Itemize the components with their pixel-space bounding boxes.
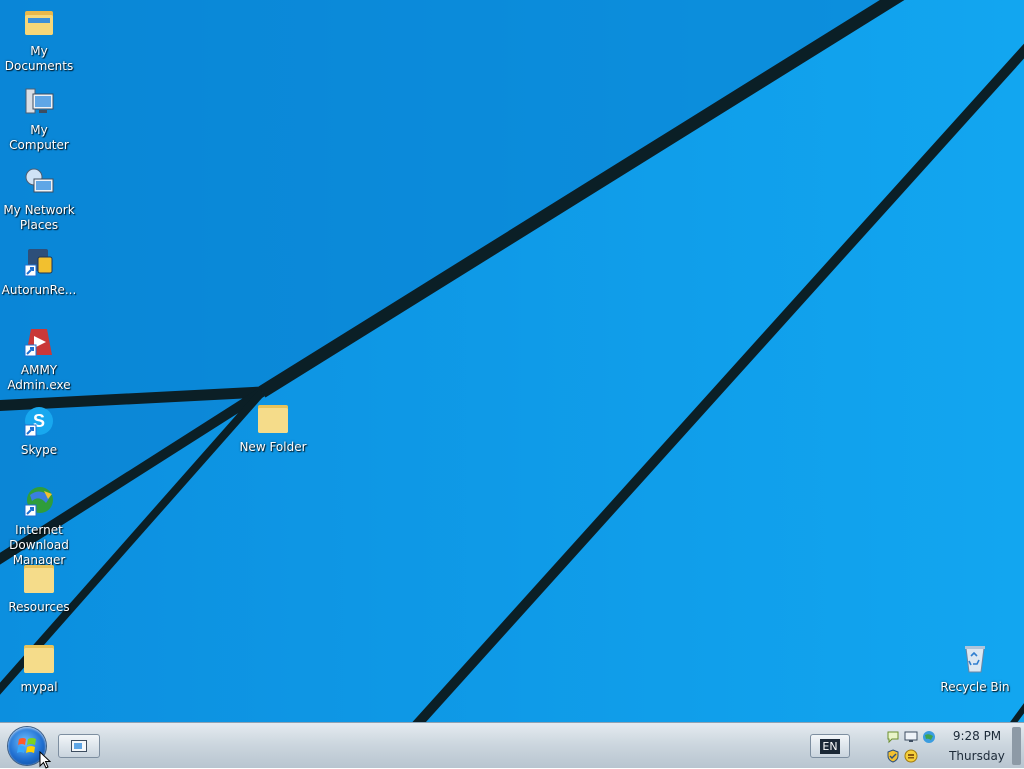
shield-icon[interactable] — [886, 749, 900, 763]
skype-icon: S — [22, 405, 56, 439]
language-indicator[interactable]: EN — [810, 734, 850, 758]
desktop-icon-new-folder[interactable]: New Folder — [234, 402, 312, 455]
folder-icon — [22, 562, 56, 596]
desktop-icon-my-documents[interactable]: My Documents — [0, 6, 78, 74]
clock-time: 9:28 PM — [952, 729, 1002, 743]
recycle-bin-icon — [958, 642, 992, 676]
computer-icon — [22, 85, 56, 119]
ammy-admin-icon — [22, 325, 56, 359]
autorun-shortcut-icon — [22, 245, 56, 279]
desktop-icon-label: Recycle Bin — [940, 680, 1010, 694]
desktop-icon-my-network-places[interactable]: My Network Places — [0, 165, 78, 233]
desktop-icon-ammy-admin[interactable]: AMMY Admin.exe — [0, 325, 78, 393]
desktop-icon-label: AMMY Admin.exe — [7, 363, 71, 392]
folder-icon — [256, 402, 290, 436]
system-tray — [884, 726, 944, 766]
speech-bubble-icon[interactable] — [886, 730, 900, 744]
desktop-icon-my-computer[interactable]: My Computer — [0, 85, 78, 153]
desktop-icon-skype[interactable]: S Skype — [0, 405, 78, 458]
show-desktop-edge[interactable] — [1012, 727, 1021, 765]
folder-documents-icon — [22, 6, 56, 40]
desktop-icon-label: My Computer — [9, 123, 69, 152]
wallpaper — [0, 0, 1024, 722]
desktop-icon-label: New Folder — [239, 440, 307, 454]
desktop-icon-mypal[interactable]: mypal — [0, 642, 78, 695]
idm-icon — [22, 485, 56, 519]
show-desktop-button[interactable] — [58, 734, 100, 758]
desktop-icon-label: Skype — [20, 443, 58, 457]
desktop-icon-label: My Network Places — [3, 203, 75, 232]
desktop-icon-resources[interactable]: Resources — [0, 562, 78, 615]
desktop[interactable]: My Documents My Computer My Network Plac… — [0, 0, 1024, 722]
show-desktop-icon — [71, 740, 87, 752]
network-icon — [22, 165, 56, 199]
desktop-icon-label: AutorunRe... — [1, 283, 77, 297]
clock[interactable]: 9:28 PM Thursday — [946, 726, 1008, 766]
globe-network-icon[interactable] — [922, 730, 936, 744]
folder-icon — [22, 642, 56, 676]
desktop-icon-label: My Documents — [4, 44, 74, 73]
taskbar: EN 9:28 PM Thursday — [0, 722, 1024, 768]
desktop-icon-recycle-bin[interactable]: Recycle Bin — [936, 642, 1014, 695]
smiley-icon[interactable] — [904, 749, 918, 763]
desktop-icon-label: mypal — [20, 680, 58, 694]
desktop-icon-internet-download-manager[interactable]: Internet Download Manager — [0, 485, 78, 568]
clock-day: Thursday — [949, 749, 1005, 763]
desktop-icon-label: Resources — [8, 600, 70, 614]
language-code: EN — [820, 738, 840, 754]
mouse-cursor-icon — [39, 751, 51, 769]
desktop-icon-autorun[interactable]: AutorunRe... — [0, 245, 78, 298]
display-icon[interactable] — [904, 730, 918, 744]
